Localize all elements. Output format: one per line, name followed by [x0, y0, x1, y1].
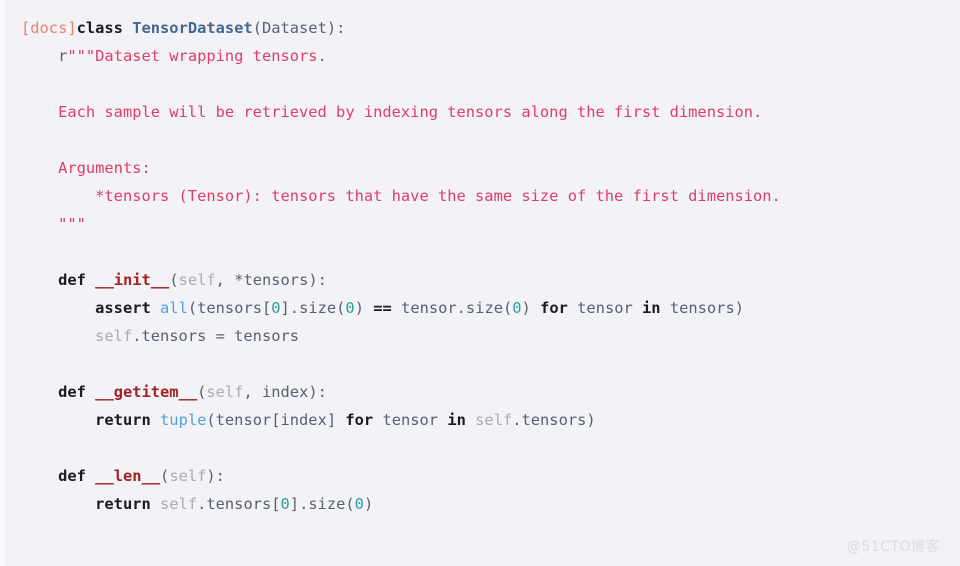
code-token: Arguments: — [58, 159, 151, 177]
code-token: def — [58, 271, 86, 289]
code-token: ].size( — [289, 495, 355, 513]
code-token: in — [447, 411, 466, 429]
code-token: 0 — [354, 495, 364, 513]
code-token: ( — [160, 467, 170, 485]
code-token: 0 — [271, 299, 281, 317]
code-viewer-page: [docs]class TensorDataset(Dataset): r"""… — [0, 0, 960, 566]
code-token: __init__ — [95, 271, 170, 289]
code-token: TensorDataset — [132, 19, 253, 37]
code-token: tensors) — [660, 299, 744, 317]
code-token: (tensor[index] — [206, 411, 346, 429]
code-token: ].size( — [280, 299, 346, 317]
code-token: self — [169, 467, 207, 485]
code-token: , index): — [243, 383, 327, 401]
code-token: def — [58, 467, 86, 485]
code-token: return — [95, 411, 151, 429]
code-token: self — [206, 383, 244, 401]
code-token: ) — [363, 495, 374, 513]
code-token: self — [178, 271, 216, 289]
code-token: """Dataset wrapping tensors. — [67, 47, 327, 65]
code-token: class — [76, 19, 123, 37]
code-token: for — [345, 411, 374, 429]
code-token: ( — [169, 271, 179, 289]
code-token: 0 — [512, 299, 522, 317]
code-token: ) — [521, 299, 541, 317]
code-token: Each sample will be retrieved by indexin… — [58, 103, 763, 121]
code-token: assert — [95, 299, 151, 317]
code-token: __len__ — [95, 467, 161, 485]
code-token: tensor — [373, 411, 448, 429]
code-token: self — [160, 495, 198, 513]
code-token: 0 — [280, 495, 290, 513]
code-token: , *tensors): — [215, 271, 327, 289]
watermark-label: @51CTO博客 — [846, 539, 940, 555]
code-token: .tensors) — [512, 411, 596, 429]
source-code[interactable]: [docs]class TensorDataset(Dataset): r"""… — [21, 14, 960, 518]
code-token: ): — [206, 467, 225, 485]
code-token: __getitem__ — [95, 383, 198, 401]
code-token: def — [58, 383, 86, 401]
python-code-block: [docs]class TensorDataset(Dataset): r"""… — [5, 0, 960, 566]
code-token: ) — [354, 299, 374, 317]
code-token: .tensors[ — [197, 495, 281, 513]
code-token: all — [160, 299, 188, 317]
code-token: 0 — [345, 299, 355, 317]
code-token: (tensors[ — [187, 299, 272, 317]
code-token: == — [373, 299, 392, 317]
code-token: self — [95, 327, 133, 345]
code-token: (Dataset): — [252, 19, 346, 37]
code-token: r — [58, 47, 68, 65]
code-token: tuple — [160, 411, 207, 429]
code-token: for — [540, 299, 568, 317]
code-token: """ — [58, 215, 86, 233]
code-token: ( — [197, 383, 207, 401]
code-token: tensor.size( — [391, 299, 513, 317]
code-token: self — [475, 411, 513, 429]
code-token: *tensors (Tensor): tensors that have the… — [95, 187, 781, 205]
code-token: tensor — [567, 299, 643, 317]
code-token: [docs] — [21, 19, 77, 37]
code-token: return — [95, 495, 151, 513]
code-token: in — [642, 299, 661, 317]
code-token: .tensors = tensors — [132, 327, 300, 345]
